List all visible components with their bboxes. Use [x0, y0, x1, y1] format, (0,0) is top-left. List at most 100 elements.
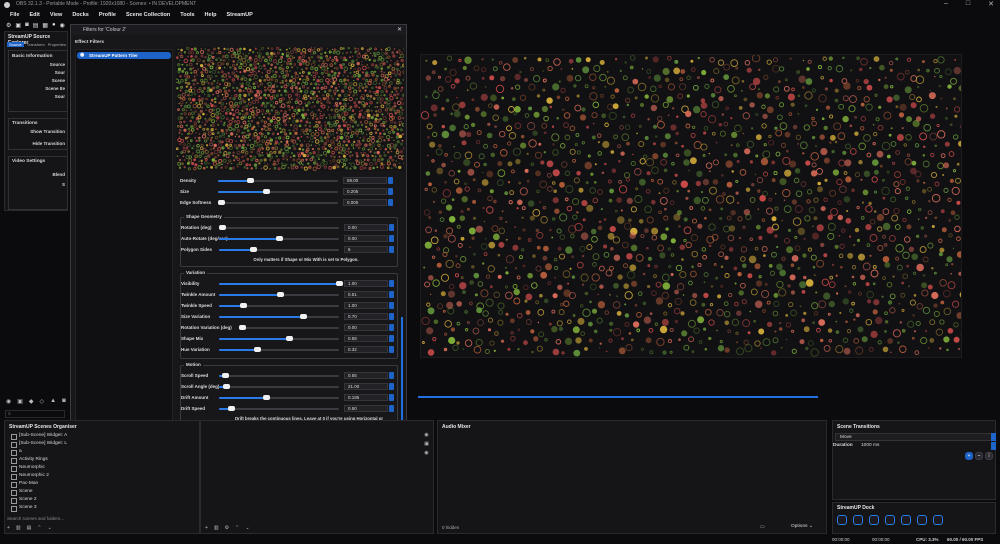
menu-file[interactable]: File: [10, 9, 19, 21]
menu-view[interactable]: View: [50, 9, 62, 21]
scene-search-input[interactable]: Search scenes and folders...: [7, 516, 64, 521]
drift-amount-slider[interactable]: [219, 395, 339, 400]
scene-item[interactable]: [Sub-Scene] Widget: A: [7, 432, 77, 440]
options-button[interactable]: Options ⌄: [791, 524, 813, 529]
scroll-angle-value[interactable]: 21.00: [344, 383, 388, 390]
grid-icon[interactable]: ▦: [42, 22, 48, 30]
scene-item[interactable]: Scene: [7, 488, 77, 496]
scroll-speed-slider[interactable]: [219, 373, 339, 378]
twinkle-amount-slider[interactable]: [219, 292, 339, 297]
size-value[interactable]: 0.205: [343, 188, 387, 195]
scene-item[interactable]: [Sub-Scene] Widget: L: [7, 440, 77, 448]
scene-item[interactable]: Neumorphic: [7, 464, 77, 472]
rotation-slider[interactable]: [219, 225, 339, 230]
screenshot-icon[interactable]: ◙: [62, 398, 66, 405]
unlock-sources-button[interactable]: [885, 515, 895, 525]
scene-item[interactable]: Pac-Man: [7, 480, 77, 488]
visibility-slider[interactable]: [219, 281, 343, 286]
transition-select[interactable]: Move: [835, 433, 993, 441]
auto-rotate-value[interactable]: 0.00: [344, 235, 388, 242]
shape-mix-spin-buttons[interactable]: [389, 335, 394, 342]
rotation-value[interactable]: 0.00: [344, 224, 388, 231]
add-transition-button[interactable]: +: [965, 452, 973, 460]
edge-softness-slider[interactable]: [218, 200, 338, 205]
tab-source[interactable]: Source: [7, 42, 24, 47]
eye-icon[interactable]: ◉: [424, 449, 429, 458]
scene-item[interactable]: Scene 3: [7, 504, 77, 512]
hue-variation-spin-buttons[interactable]: [389, 346, 394, 353]
menu-profile[interactable]: Profile: [99, 9, 116, 21]
source-properties-icon[interactable]: ⚙: [225, 525, 229, 531]
transition-select-arrow[interactable]: [991, 433, 996, 441]
move-up-icon[interactable]: ⌃: [37, 525, 41, 531]
move-down-icon[interactable]: ⌄: [48, 525, 52, 531]
refresh-audio-button[interactable]: [853, 515, 863, 525]
scene-item[interactable]: Neumorphic 2: [7, 472, 77, 480]
duration-value[interactable]: 1000 ms: [861, 443, 879, 448]
lock-icon[interactable]: ▣: [17, 398, 23, 405]
delete-source-icon[interactable]: ▥: [214, 525, 219, 531]
twinkle-speed-slider[interactable]: [219, 303, 339, 308]
move-up-icon[interactable]: ⌃: [235, 525, 239, 531]
scroll-angle-spin-buttons[interactable]: [389, 383, 394, 390]
drift-speed-spin-buttons[interactable]: [389, 405, 394, 412]
tab-properties[interactable]: Properties: [48, 42, 66, 47]
menu-edit[interactable]: Edit: [29, 9, 39, 21]
eye-icon[interactable]: ◉: [6, 398, 11, 405]
density-slider[interactable]: [218, 178, 338, 183]
move-down-icon[interactable]: ⌄: [245, 525, 249, 531]
size-variation-value[interactable]: 0.70: [344, 313, 388, 320]
size-spin-buttons[interactable]: [388, 188, 393, 195]
visibility-eye-icon[interactable]: ◉: [80, 52, 84, 59]
filter-item-pattern-tiler[interactable]: ◉ StreamUP Pattern Tiler: [77, 52, 171, 59]
video-capture-button[interactable]: [933, 515, 943, 525]
menu-scene-collection[interactable]: Scene Collection: [126, 9, 170, 21]
transition-menu-button[interactable]: ⋮: [985, 452, 993, 460]
hue-variation-value[interactable]: 0.32: [344, 346, 388, 353]
eye-icon[interactable]: ◉: [424, 431, 429, 440]
rotation-variation-spin-buttons[interactable]: [389, 324, 394, 331]
visibility-value[interactable]: 1.00: [344, 280, 388, 287]
size-variation-spin-buttons[interactable]: [389, 313, 394, 320]
polygon-sides-slider[interactable]: [219, 247, 339, 252]
folder-icon[interactable]: ▤: [27, 525, 32, 531]
menu-tools[interactable]: Tools: [180, 9, 194, 21]
drift-speed-slider[interactable]: [219, 406, 339, 411]
rotation-variation-slider[interactable]: [239, 325, 339, 330]
scene-item[interactable]: a: [7, 448, 77, 456]
refresh-browsers-button[interactable]: [837, 515, 847, 525]
polygon-sides-spin-buttons[interactable]: [389, 246, 394, 253]
lock-icon[interactable]: ▣: [15, 22, 21, 30]
preview-scrollbar[interactable]: [418, 396, 818, 398]
source-search-box[interactable]: ⌕: [5, 410, 65, 418]
open-folder-button[interactable]: [917, 515, 927, 525]
delete-scene-icon[interactable]: ▥: [16, 525, 21, 531]
edge-softness-spin-buttons[interactable]: [388, 199, 393, 206]
add-source-icon[interactable]: +: [205, 525, 208, 531]
twinkle-speed-value[interactable]: 1.00: [344, 302, 388, 309]
scene-item[interactable]: Scene 2: [7, 496, 77, 504]
stream-icon[interactable]: ◉: [60, 22, 65, 30]
scene-item[interactable]: Activity Rings: [7, 456, 77, 464]
hue-variation-slider[interactable]: [219, 347, 339, 352]
screenshot-button[interactable]: [901, 515, 911, 525]
polygon-sides-value[interactable]: 6: [344, 246, 388, 253]
record-icon[interactable]: ●: [52, 22, 56, 30]
add-scene-icon[interactable]: +: [7, 525, 10, 531]
drift-amount-value[interactable]: 0.195: [344, 394, 388, 401]
drift-amount-spin-buttons[interactable]: [389, 394, 394, 401]
rotation-spin-buttons[interactable]: [389, 224, 394, 231]
minimize-button[interactable]: –: [944, 0, 948, 8]
size-variation-slider[interactable]: [219, 314, 339, 319]
menu-streamup[interactable]: StreamUP: [226, 9, 252, 21]
lock-icon[interactable]: ▣: [424, 440, 429, 449]
auto-rotate-slider[interactable]: [219, 236, 339, 241]
tab-transform[interactable]: Transform: [27, 42, 45, 47]
folder-icon[interactable]: ▤: [33, 22, 39, 30]
close-window-button[interactable]: ✕: [988, 0, 994, 8]
scroll-angle-slider[interactable]: [219, 384, 339, 389]
camera-icon[interactable]: ◙: [25, 22, 29, 30]
shape-mix-slider[interactable]: [219, 336, 339, 341]
filter-icon[interactable]: ▲: [50, 398, 56, 405]
twinkle-speed-spin-buttons[interactable]: [389, 302, 394, 309]
